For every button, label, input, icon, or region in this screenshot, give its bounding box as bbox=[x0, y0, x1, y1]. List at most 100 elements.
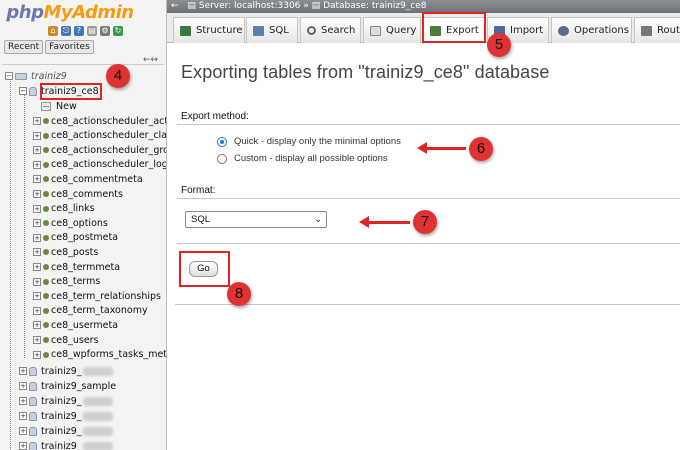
sidebar-item-table[interactable]: + ce8_actionscheduler_logs bbox=[33, 158, 166, 172]
expand-icon[interactable]: + bbox=[33, 321, 41, 330]
sidebar-item-database[interactable]: + trainiz9_ bbox=[19, 439, 113, 450]
step-badge-4: 4 bbox=[106, 64, 130, 88]
expand-icon[interactable]: + bbox=[33, 117, 41, 125]
sidebar-item-table[interactable]: + ce8_posts bbox=[33, 245, 98, 259]
expand-icon[interactable]: + bbox=[33, 233, 41, 242]
expand-icon[interactable]: + bbox=[33, 350, 41, 359]
database-icon bbox=[29, 441, 37, 450]
export-method-label: Export method: bbox=[181, 111, 249, 122]
expand-icon[interactable]: + bbox=[19, 382, 27, 390]
logout-icon[interactable]: ⎋ bbox=[61, 26, 71, 36]
sidebar-item-table[interactable]: + ce8_postmeta bbox=[33, 231, 118, 245]
expand-icon[interactable]: + bbox=[33, 131, 41, 140]
highlight-export-tab bbox=[422, 12, 486, 43]
table-icon bbox=[43, 351, 49, 358]
query-icon bbox=[370, 25, 381, 36]
server-icon: ▤ bbox=[187, 1, 196, 11]
expand-icon[interactable]: + bbox=[33, 160, 41, 169]
sidebar-item-database[interactable]: + trainiz9_sample bbox=[19, 379, 116, 393]
sidebar-item-table[interactable]: + ce8_users bbox=[33, 333, 99, 347]
phpmyadmin-logo[interactable]: phpMyAdmin bbox=[0, 2, 140, 23]
tab-query[interactable]: Query bbox=[363, 17, 421, 43]
sidebar-item-table[interactable]: + ce8_actionscheduler_clain bbox=[33, 129, 166, 143]
home-icon[interactable]: ⌂ bbox=[48, 26, 58, 36]
radio-custom-label[interactable]: Custom - display all possible options bbox=[234, 153, 388, 164]
redacted-text bbox=[82, 441, 113, 450]
table-icon bbox=[43, 278, 49, 285]
sidebar-item-table[interactable]: + ce8_links bbox=[33, 202, 95, 216]
recent-tab[interactable]: Recent bbox=[4, 40, 44, 54]
radio-custom[interactable] bbox=[217, 153, 227, 164]
expand-icon[interactable]: + bbox=[19, 427, 27, 435]
help-icon[interactable]: ? bbox=[74, 26, 84, 36]
expand-icon[interactable]: + bbox=[33, 263, 41, 271]
sidebar-item-database[interactable]: + trainiz9_ bbox=[19, 424, 113, 438]
recent-favorites-tabs: Recent Favorites bbox=[4, 40, 94, 54]
expand-icon[interactable]: + bbox=[33, 277, 41, 286]
step-badge-8: 8 bbox=[227, 282, 251, 306]
breadcrumb-server[interactable]: Server: localhost:3306 bbox=[199, 1, 301, 11]
table-icon bbox=[43, 220, 49, 227]
table-icon bbox=[43, 132, 49, 139]
sidebar-item-table[interactable]: + ce8_commentmeta bbox=[33, 172, 143, 186]
sidebar-item-table[interactable]: + ce8_usermeta bbox=[33, 318, 118, 332]
sidebar-item-table[interactable]: + ce8_comments bbox=[33, 187, 123, 201]
section-divider bbox=[177, 243, 680, 244]
sidebar-item-table[interactable]: + ce8_termmeta bbox=[33, 260, 120, 274]
sidebar-item-table[interactable]: + ce8_wpforms_tasks_meta bbox=[33, 348, 166, 362]
sidebar-item-table[interactable]: +ce8_actionscheduler_group bbox=[33, 143, 166, 157]
sidebar-item-table[interactable]: + ce8_term_taxonomy bbox=[33, 304, 148, 318]
radio-custom-option[interactable]: Custom - display all possible options bbox=[217, 153, 388, 164]
sidebar-item-database[interactable]: + trainiz9_ bbox=[19, 409, 113, 423]
database-icon bbox=[29, 86, 37, 96]
expand-icon[interactable]: + bbox=[19, 397, 27, 405]
gear-icon[interactable]: ⚙ bbox=[100, 26, 110, 36]
sidebar-item-database[interactable]: + trainiz9_ bbox=[19, 394, 113, 408]
tab-routines[interactable]: Rout bbox=[634, 17, 680, 43]
sidebar-item-new-table[interactable]: New bbox=[41, 99, 77, 113]
collapse-icon[interactable]: − bbox=[19, 87, 27, 95]
expand-icon[interactable]: + bbox=[33, 204, 41, 213]
table-icon bbox=[43, 337, 49, 343]
reload-icon[interactable]: ↻ bbox=[113, 26, 123, 36]
sidebar-item-database[interactable]: + trainiz9_ bbox=[19, 364, 113, 378]
sidebar-item-table[interactable]: + ce8_term_relationships bbox=[33, 289, 161, 303]
tab-operations[interactable]: Operations bbox=[551, 17, 632, 43]
section-divider bbox=[177, 198, 680, 199]
expand-icon[interactable]: + bbox=[19, 412, 27, 420]
docs-icon[interactable]: ▤ bbox=[87, 26, 97, 36]
tab-sql[interactable]: SQL bbox=[246, 17, 298, 43]
expand-icon[interactable]: + bbox=[19, 442, 27, 450]
format-select[interactable]: SQL ⌄ bbox=[185, 211, 327, 228]
sidebar-item-table[interactable]: + ce8_terms bbox=[33, 275, 100, 289]
tree-guide-line bbox=[10, 76, 11, 450]
sidebar-item-table[interactable]: + ce8_options bbox=[33, 216, 108, 230]
collapse-icon[interactable]: − bbox=[5, 72, 13, 80]
expand-icon[interactable]: + bbox=[33, 292, 41, 301]
expand-icon[interactable]: + bbox=[33, 175, 41, 184]
expand-icon[interactable]: + bbox=[33, 146, 41, 155]
expand-icon[interactable]: + bbox=[33, 190, 41, 198]
radio-quick[interactable] bbox=[217, 136, 227, 147]
tab-search[interactable]: Search bbox=[300, 17, 361, 43]
radio-quick-option[interactable]: Quick - display only the minimal options bbox=[217, 136, 401, 147]
tree-root[interactable]: − trainiz9 bbox=[5, 69, 67, 83]
tab-structure[interactable]: Structure bbox=[173, 17, 245, 43]
favorites-tab[interactable]: Favorites bbox=[45, 40, 94, 54]
expand-icon[interactable]: + bbox=[33, 336, 41, 344]
sidebar-item-table[interactable]: + ce8_actionscheduler_actio bbox=[33, 114, 166, 128]
table-icon bbox=[43, 147, 49, 154]
expand-icon[interactable]: + bbox=[33, 306, 41, 315]
table-icon bbox=[43, 322, 49, 329]
database-icon bbox=[29, 381, 37, 391]
table-icon bbox=[43, 249, 49, 256]
back-arrow-icon[interactable]: ← bbox=[171, 1, 179, 11]
radio-quick-label[interactable]: Quick - display only the minimal options bbox=[234, 136, 401, 147]
expand-icon[interactable]: + bbox=[33, 248, 41, 257]
table-icon bbox=[43, 118, 49, 124]
expand-icon[interactable]: + bbox=[19, 367, 27, 375]
breadcrumb-separator: » bbox=[303, 1, 309, 11]
chevron-down-icon: ⌄ bbox=[314, 214, 322, 224]
breadcrumb-database[interactable]: Database: trainiz9_ce8 bbox=[323, 1, 426, 11]
expand-icon[interactable]: + bbox=[33, 219, 41, 228]
